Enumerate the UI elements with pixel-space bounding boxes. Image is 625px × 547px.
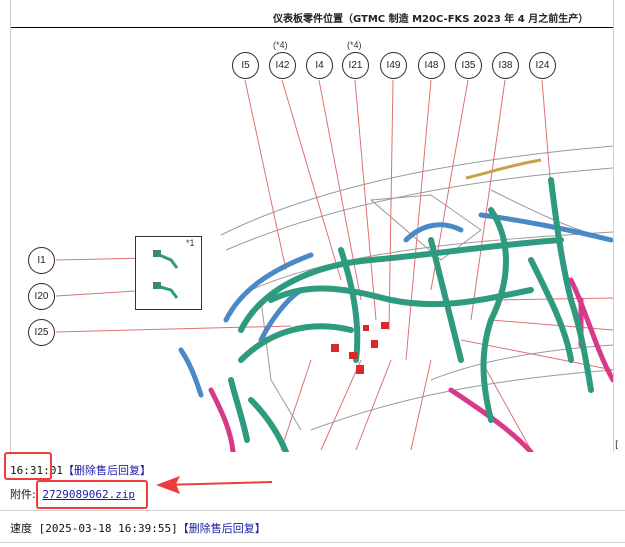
next-post-timestamp: [2025-03-18 16:39:55] [38, 522, 178, 535]
inset-connectors [153, 250, 179, 299]
diagram-frame: 仪表板零件位置（GTMC 制造 M20C-FKS 2023 年 4 月之前生产） [10, 0, 614, 452]
delete-reply-link[interactable]: 【删除售后回复】 [63, 464, 151, 477]
attachment-label: 附件: [10, 488, 36, 501]
callout-i1: I1 [28, 247, 55, 274]
crop-mark: [ [615, 440, 619, 451]
callout-i49: I49 [380, 52, 407, 79]
tan-harness [465, 158, 542, 180]
callout-i5: I5 [232, 52, 259, 79]
green-harness [228, 177, 594, 452]
next-post-author: 速度 [10, 522, 32, 535]
star-note-i42: (*4) [273, 40, 288, 50]
callout-i48: I48 [418, 52, 445, 79]
next-post-line: 速度 [2025-03-18 16:39:55]【删除售后回复】 [10, 520, 266, 536]
callout-i20: I20 [28, 283, 55, 310]
bottom-separator [0, 542, 625, 543]
callout-i21: I21 [342, 52, 369, 79]
callout-i25: I25 [28, 319, 55, 346]
pointer-arrow-icon [156, 476, 273, 494]
time-highlight-box [4, 452, 52, 480]
next-delete-reply-link[interactable]: 【删除售后回复】 [178, 522, 266, 535]
callout-i24: I24 [529, 52, 556, 79]
callout-i42: I42 [269, 52, 296, 79]
callout-i35: I35 [455, 52, 482, 79]
callout-i4: I4 [306, 52, 333, 79]
star-note-i21: (*4) [347, 40, 362, 50]
callout-i38: I38 [492, 52, 519, 79]
attachment-highlight-box [36, 480, 148, 509]
post-separator [0, 510, 625, 511]
